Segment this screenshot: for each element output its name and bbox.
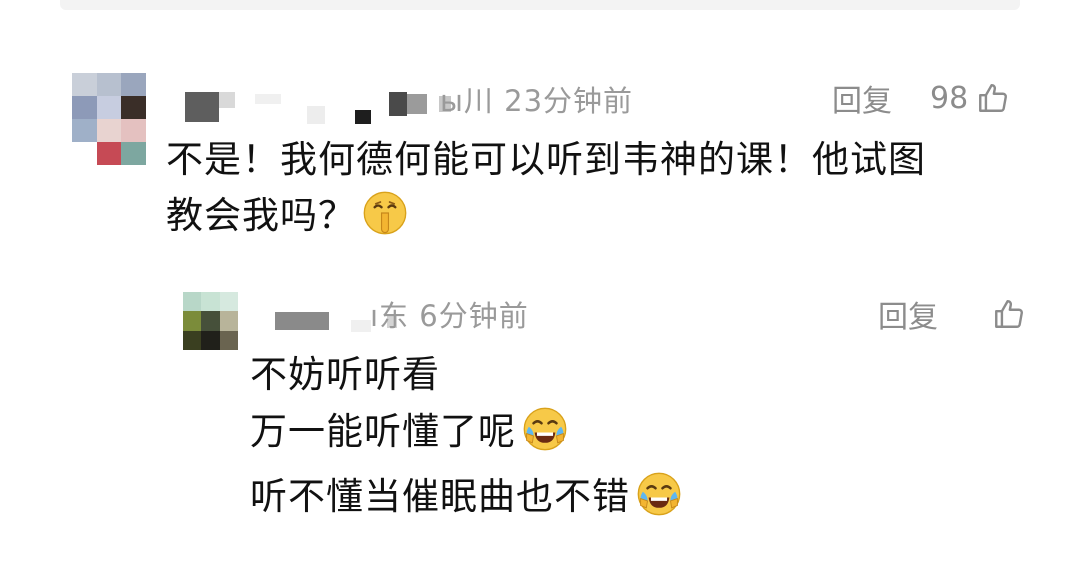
laughing-crying-emoji: [636, 471, 682, 533]
reply-text: 不妨听听看 万一能听懂了呢 听不懂当催眠曲也不错: [250, 346, 1030, 533]
reply-line: 听不懂当催眠曲也不错: [250, 468, 1030, 533]
comment-line: 不是！我何德何能可以听到韦神的课！他试图: [166, 138, 926, 181]
reply-button[interactable]: 回复: [832, 76, 892, 120]
like-button[interactable]: 98: [930, 81, 1010, 116]
reply-location-time: ı东 6分钟前: [370, 299, 529, 333]
reply-line: 万一能听懂了呢: [250, 403, 1030, 468]
thumbs-up-icon: [992, 297, 1026, 331]
avatar[interactable]: [72, 73, 146, 165]
comment-text: 不是！我何德何能可以听到韦神的课！他试图 教会我吗？: [166, 132, 1046, 252]
thumbs-up-icon: [976, 81, 1010, 115]
previous-comment-divider: [60, 0, 1020, 10]
shushing-face-emoji: [362, 190, 408, 252]
laughing-crying-emoji: [522, 406, 568, 468]
like-count: 98: [930, 80, 969, 116]
reply-actions: 回复: [878, 292, 1026, 336]
reply-avatar[interactable]: [183, 292, 238, 350]
comment-line: 教会我吗？: [166, 188, 1046, 252]
comment-location-time: ы川 23分钟前: [440, 84, 634, 118]
username-redacted[interactable]: [185, 88, 451, 124]
comment-actions: 回复 98: [832, 76, 1010, 120]
like-button[interactable]: [984, 297, 1026, 331]
reply-line: 不妨听听看: [250, 353, 440, 396]
reply-button[interactable]: 回复: [878, 292, 938, 336]
